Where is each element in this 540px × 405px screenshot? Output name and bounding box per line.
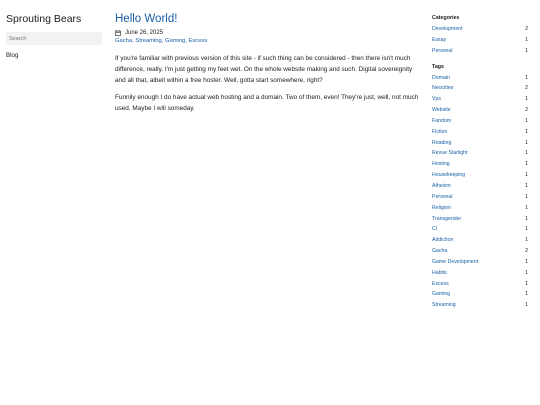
tag-count: 1 xyxy=(525,280,528,287)
category-count: 2 xyxy=(525,26,528,32)
tag-count: 1 xyxy=(525,258,528,265)
tag-link[interactable]: Hosting xyxy=(432,159,450,170)
categories-list: Development 2 Essay 1 Personal 1 xyxy=(432,24,528,57)
category-count: 1 xyxy=(525,36,528,43)
tag-item: Addiction 1 xyxy=(432,235,528,246)
tag-item: Religion 1 xyxy=(432,203,528,214)
post-paragraph: If you're familiar with previous version… xyxy=(115,55,413,84)
tag-link[interactable]: Domain xyxy=(432,73,450,84)
tag-item: Transgender 1 xyxy=(432,214,528,225)
tag-item: Revue Starlight 1 xyxy=(432,148,528,159)
tag-link[interactable]: Personal xyxy=(432,192,452,203)
tag-count: 1 xyxy=(525,269,528,276)
tag-link[interactable]: Neocities xyxy=(432,83,453,94)
post-paragraph: Funnily enough I do have actual web host… xyxy=(115,94,419,112)
tag-count: 1 xyxy=(525,302,528,309)
post-body: If you're familiar with previous version… xyxy=(115,53,420,114)
tag-count: 1 xyxy=(525,182,528,189)
tag-count: 1 xyxy=(525,161,528,168)
tag-link[interactable]: Transgender xyxy=(432,214,461,225)
tag-link[interactable]: Addiction xyxy=(432,235,453,246)
tag-count: 1 xyxy=(525,74,528,81)
category-link[interactable]: Essay xyxy=(432,35,446,46)
post-tag-link[interactable]: Excess xyxy=(189,38,208,44)
category-item: Development 2 xyxy=(432,24,528,35)
tag-item: Website 2 xyxy=(432,105,528,116)
main-content: Hello World! June 26, 2025 Gacha, Stream… xyxy=(115,12,420,114)
tag-count: 1 xyxy=(525,226,528,233)
tag-item: Ci 1 xyxy=(432,224,528,235)
tag-link[interactable]: Fandom xyxy=(432,116,451,127)
tag-link[interactable]: Housekeeping xyxy=(432,170,465,181)
tags-heading: Tags xyxy=(432,63,444,70)
tag-link[interactable]: Revue Starlight xyxy=(432,148,467,159)
calendar-icon xyxy=(115,30,121,36)
post-tag-link[interactable]: Streaming xyxy=(135,38,161,44)
tag-link[interactable]: Streaming xyxy=(432,300,456,311)
tag-item: Fiction 1 xyxy=(432,127,528,138)
tag-item: Game Development 1 xyxy=(432,257,528,268)
tag-count: 2 xyxy=(525,85,528,92)
tag-link[interactable]: Excess xyxy=(432,279,449,290)
tag-count: 1 xyxy=(525,172,528,179)
tag-item: Gaming 1 xyxy=(432,289,528,300)
tag-item: Personal 1 xyxy=(432,192,528,203)
tag-count: 1 xyxy=(525,150,528,157)
post-title[interactable]: Hello World! xyxy=(115,12,420,26)
tag-link[interactable]: Gacha xyxy=(432,246,447,257)
tag-item: Gacha 2 xyxy=(432,246,528,257)
tag-item: Streaming 1 xyxy=(432,300,528,311)
tag-link[interactable]: Atheism xyxy=(432,181,451,192)
tag-count: 1 xyxy=(525,237,528,244)
tag-item: Vps 1 xyxy=(432,94,528,105)
tag-count: 1 xyxy=(525,291,528,298)
category-item: Essay 1 xyxy=(432,35,528,46)
tag-link[interactable]: Vps xyxy=(432,94,441,105)
tag-item: Hosting 1 xyxy=(432,159,528,170)
tag-count: 1 xyxy=(525,128,528,135)
tag-count: 2 xyxy=(525,107,528,114)
tag-item: Reading 1 xyxy=(432,138,528,149)
post-date-text: June 26, 2025 xyxy=(125,30,164,36)
tag-item: Atheism 1 xyxy=(432,181,528,192)
tag-item: Domain 1 xyxy=(432,73,528,84)
tag-item: Excess 1 xyxy=(432,279,528,290)
post-tag-link[interactable]: Gacha xyxy=(115,38,132,44)
categories-heading: Categories xyxy=(432,15,460,21)
post-date: June 26, 2025 xyxy=(115,30,420,36)
tag-item: Housekeeping 1 xyxy=(432,170,528,181)
category-item: Personal 1 xyxy=(432,46,528,57)
tag-item: Fandom 1 xyxy=(432,116,528,127)
tag-item: Neocities 2 xyxy=(432,83,528,94)
left-sidebar: Sprouting Bears Blog xyxy=(6,12,102,59)
search-input[interactable] xyxy=(6,32,102,45)
tag-count: 1 xyxy=(525,139,528,146)
tag-link[interactable]: Gaming xyxy=(432,289,450,300)
site-title[interactable]: Sprouting Bears xyxy=(6,12,102,26)
tag-link[interactable]: Habits xyxy=(432,268,447,279)
tag-count: 1 xyxy=(525,193,528,200)
tag-item: Habits 1 xyxy=(432,268,528,279)
tag-count: 2 xyxy=(525,248,528,255)
right-sidebar: Categories Development 2 Essay 1 Personal 1 T… xyxy=(432,14,528,311)
tag-count: 1 xyxy=(525,96,528,103)
category-link[interactable]: Personal xyxy=(432,46,452,57)
post-tag-link[interactable]: Gaming xyxy=(165,38,185,44)
tag-link[interactable]: Game Development xyxy=(432,257,478,268)
tag-link[interactable]: Reading xyxy=(432,138,451,149)
tag-count: 1 xyxy=(525,117,528,124)
tag-count: 1 xyxy=(525,204,528,211)
post-tags: Gacha, Streaming, Gaming, Excess xyxy=(115,38,208,44)
tag-link[interactable]: Religion xyxy=(432,203,451,214)
tag-count: 1 xyxy=(525,215,528,222)
category-count: 1 xyxy=(525,47,528,54)
tag-link[interactable]: Website xyxy=(432,105,451,116)
nav-item-blog[interactable]: Blog xyxy=(6,52,102,59)
tags-list: Domain 1 Neocities 2 Vps 1 Website 2 Fandom 1 Fict… xyxy=(432,73,528,312)
category-link[interactable]: Development xyxy=(432,24,463,35)
tag-link[interactable]: Fiction xyxy=(432,127,447,138)
tag-link[interactable]: Ci xyxy=(432,224,437,235)
